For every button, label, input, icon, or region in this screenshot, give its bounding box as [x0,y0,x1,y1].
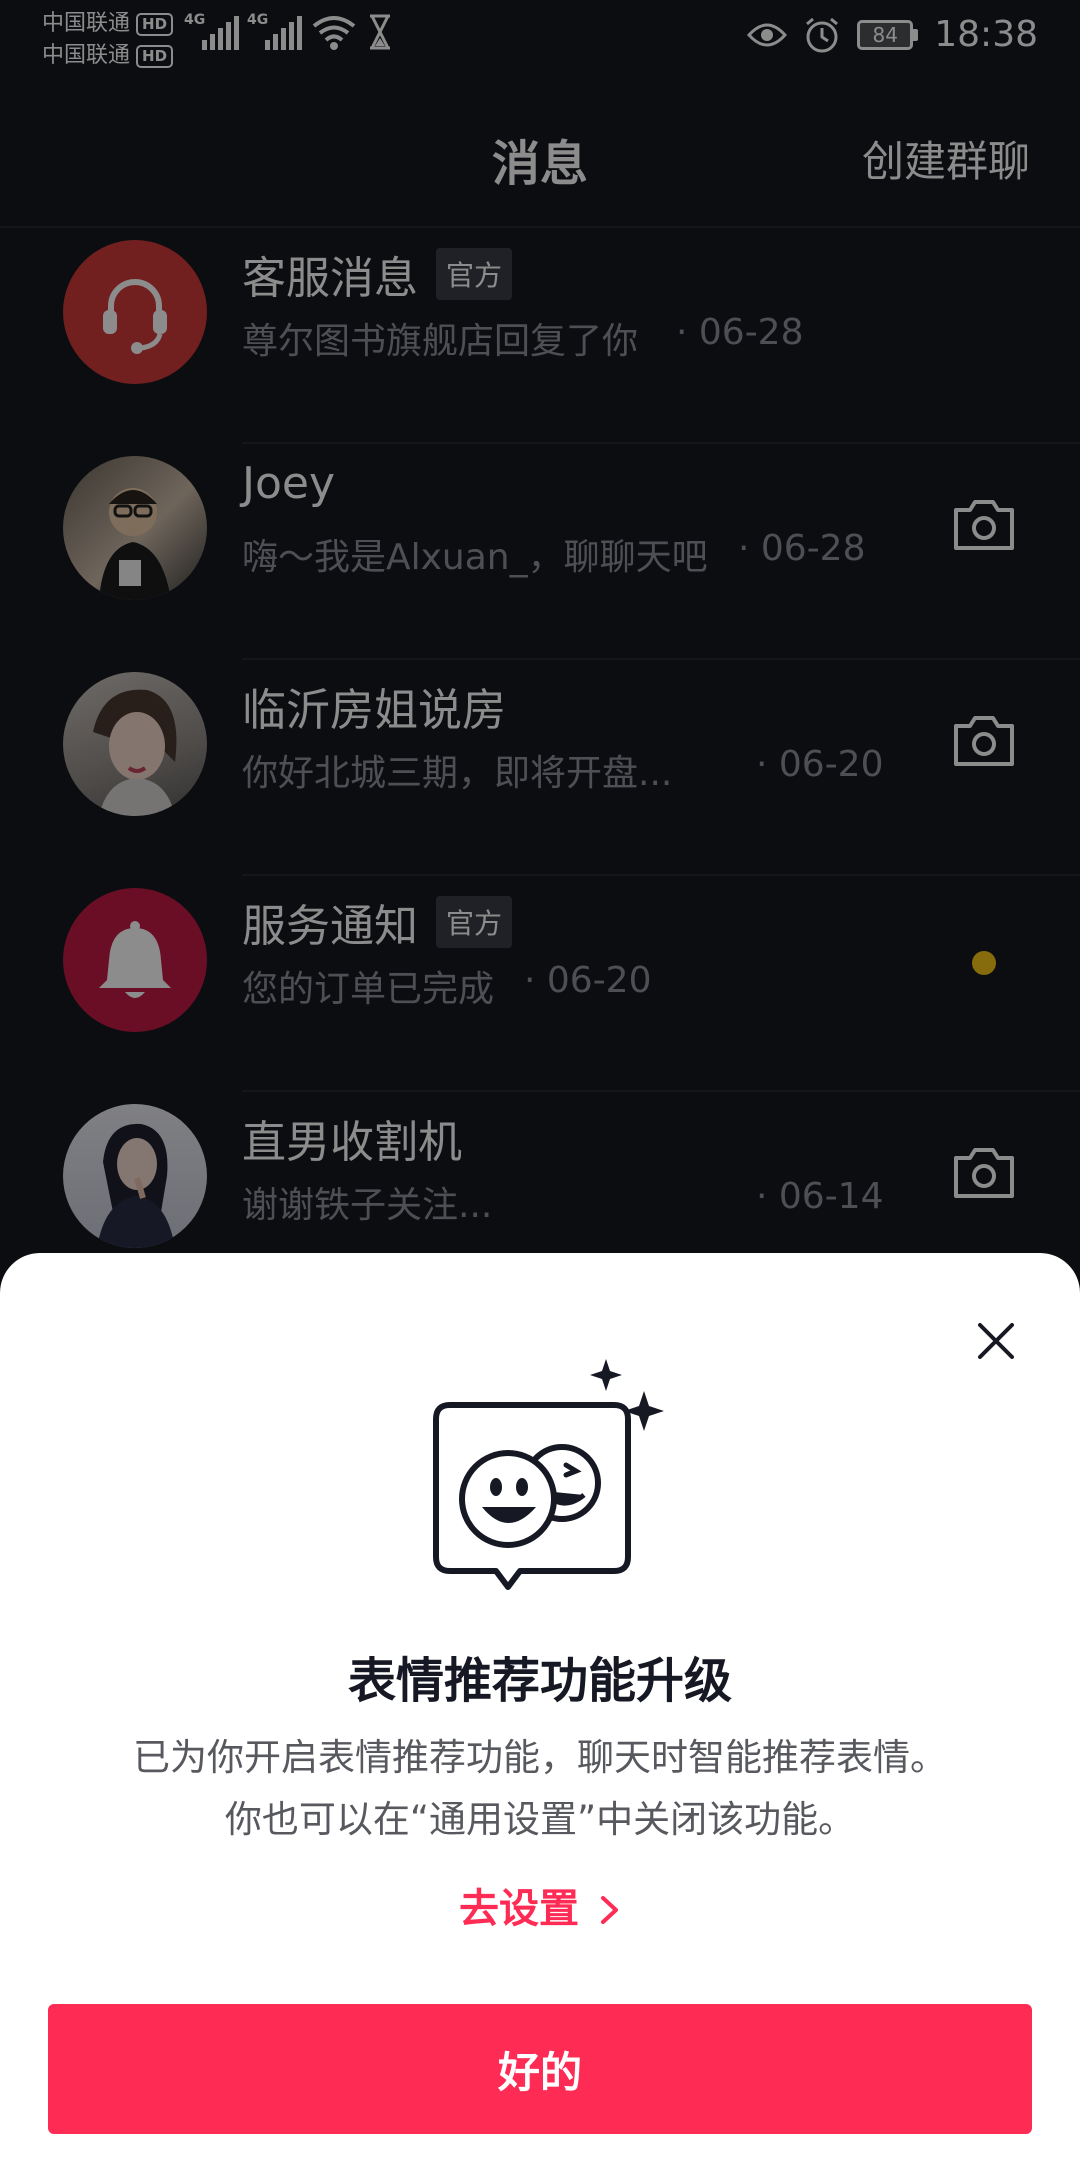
go-settings-label: 去设置 [459,1886,580,1932]
emoji-chat-bubble-icon [433,1359,664,1590]
close-icon[interactable] [974,1319,1018,1363]
sheet-description: 已为你开启表情推荐功能，聊天时智能推荐表情。 你也可以在“通用设置”中关闭该功能… [0,1727,1080,1851]
description-line-1: 已为你开启表情推荐功能，聊天时智能推荐表情。 [133,1736,947,1779]
ok-button[interactable]: 好的 [48,2004,1032,2134]
emoji-recommend-sheet: 表情推荐功能升级 已为你开启表情推荐功能，聊天时智能推荐表情。 你也可以在“通用… [0,1253,1080,2160]
go-settings-link[interactable]: 去设置 [0,1876,1080,1934]
description-line-2: 你也可以在“通用设置”中关闭该功能。 [224,1798,856,1841]
sheet-heading: 表情推荐功能升级 [347,1653,732,1709]
chevron-right-icon [600,1896,618,1924]
